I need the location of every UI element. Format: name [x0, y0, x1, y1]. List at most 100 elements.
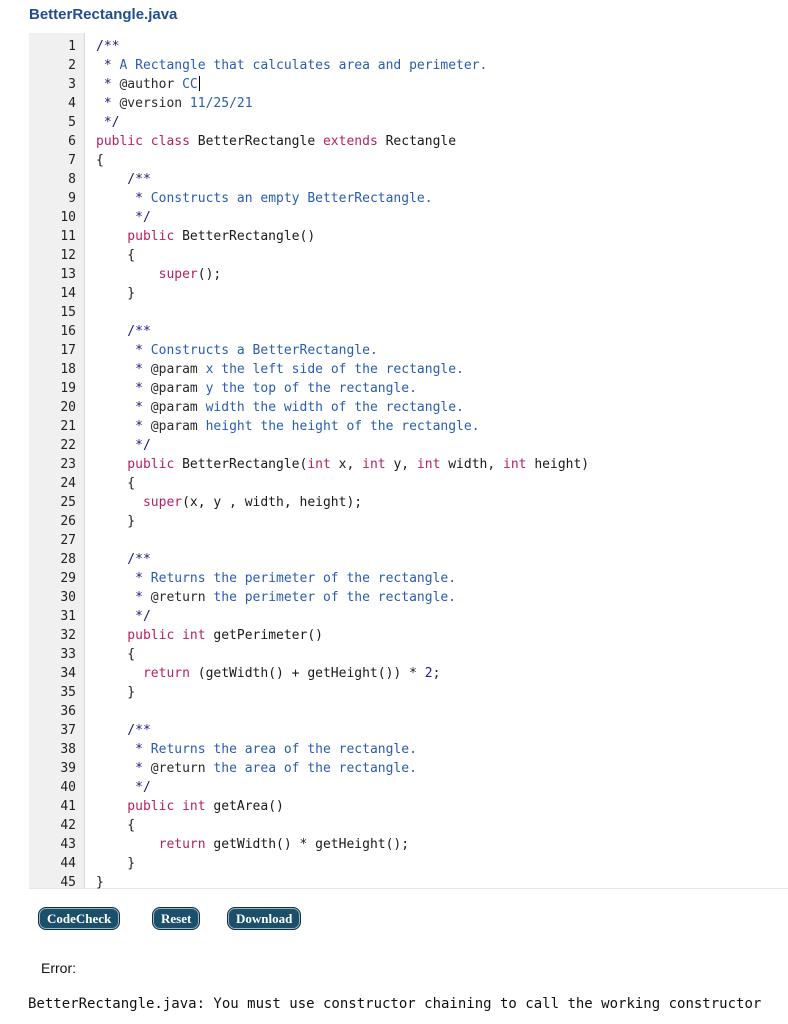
code-line[interactable]: 6 public class BetterRectangle extends Re… [29, 132, 788, 151]
code-line[interactable]: 38 * Returns the area of the rectangle. [29, 740, 788, 759]
download-button[interactable]: Download [227, 907, 302, 930]
code-line[interactable]: 23 public BetterRectangle(int x, int y, … [29, 455, 788, 474]
code-line[interactable]: 36 [29, 702, 788, 721]
code-line[interactable]: 31 */ [29, 607, 788, 626]
code-token: */ [96, 780, 151, 795]
code-line[interactable]: 15 [29, 303, 788, 322]
code-token: @version [119, 96, 183, 111]
code-token: Returns the perimeter of the rectangle. [150, 571, 457, 586]
code-token: } [96, 856, 136, 871]
code-text: * @param height the height of the rectan… [96, 417, 480, 436]
code-line[interactable]: 35 } [29, 683, 788, 702]
code-editor[interactable]: 1 /** 2 * A Rectangle that calculates area… [29, 33, 788, 892]
code-token: /** [96, 552, 151, 567]
line-number: 15 [60, 305, 76, 320]
code-line[interactable]: 4 * @version 11/25/21 [29, 94, 788, 113]
code-line[interactable]: 43 return getWidth() * getHeight(); [29, 835, 788, 854]
code-line[interactable]: 24 { [29, 474, 788, 493]
code-token: @param [150, 400, 198, 415]
code-line[interactable]: 1 /** [29, 37, 788, 56]
code-line[interactable]: 5 */ [29, 113, 788, 132]
code-line[interactable]: 34 return (getWidth() + getHeight()) * 2… [29, 664, 788, 683]
code-text: * @author CC [96, 75, 200, 94]
code-line[interactable]: 27 [29, 531, 788, 550]
code-token: the area of the rectangle. [205, 761, 417, 776]
code-line[interactable]: 14 } [29, 284, 788, 303]
code-line[interactable]: 29 * Returns the perimeter of the rectan… [29, 569, 788, 588]
code-line[interactable]: 22 */ [29, 436, 788, 455]
code-line[interactable]: 28 /** [29, 550, 788, 569]
code-line[interactable]: 11 public BetterRectangle() [29, 227, 788, 246]
code-token: */ [96, 609, 151, 624]
code-text: * @return the area of the rectangle. [96, 759, 417, 778]
reset-button[interactable]: Reset [152, 907, 201, 930]
code-line[interactable]: 10 */ [29, 208, 788, 227]
code-token: * [96, 571, 151, 586]
code-line[interactable]: 2 * A Rectangle that calculates area and… [29, 56, 788, 75]
code-token: 2 [424, 666, 433, 681]
code-line[interactable]: 12 { [29, 246, 788, 265]
code-line[interactable]: 42 { [29, 816, 788, 835]
line-number: 1 [68, 39, 76, 54]
codecheck-button[interactable]: CodeCheck [38, 907, 121, 930]
code-token: } [96, 514, 136, 529]
code-line[interactable]: 7{ [29, 151, 788, 170]
code-line[interactable]: 19 * @param y the top of the rectangle. [29, 379, 788, 398]
line-number: 39 [60, 761, 76, 776]
code-token: height the height of the rectangle. [197, 419, 480, 434]
code-line[interactable]: 17 * Constructs a BetterRectangle. [29, 341, 788, 360]
code-text: public BetterRectangle() [96, 227, 315, 246]
code-token: BetterRectangle( [182, 457, 308, 472]
code-line[interactable]: 45} [29, 873, 788, 892]
line-number: 14 [60, 286, 76, 301]
code-line[interactable]: 33 { [29, 645, 788, 664]
code-token: int [503, 457, 535, 472]
code-token: int [362, 457, 394, 472]
code-text: * Constructs an empty BetterRectangle. [96, 189, 432, 208]
code-token: */ [96, 115, 120, 130]
code-line[interactable]: 18 * @param x the left side of the recta… [29, 360, 788, 379]
code-token: @return [150, 761, 206, 776]
text-cursor [198, 76, 200, 91]
code-line[interactable]: 41 public int getArea() [29, 797, 788, 816]
code-line[interactable]: 13 super(); [29, 265, 788, 284]
code-line[interactable]: 40 */ [29, 778, 788, 797]
code-line[interactable]: 20 * @param width the width of the recta… [29, 398, 788, 417]
code-token: (); [197, 267, 222, 282]
code-text: /** [96, 322, 151, 341]
code-text: * @param width the width of the rectangl… [96, 398, 464, 417]
line-number: 31 [60, 609, 76, 624]
code-line[interactable]: 30 * @return the perimeter of the rectan… [29, 588, 788, 607]
line-number: 4 [68, 96, 76, 111]
line-number: 22 [60, 438, 76, 453]
code-token: public [96, 229, 183, 244]
code-token: y, [393, 457, 417, 472]
code-token: public [96, 457, 183, 472]
code-line[interactable]: 32 public int getPerimeter() [29, 626, 788, 645]
code-line[interactable]: 21 * @param height the height of the rec… [29, 417, 788, 436]
line-number: 29 [60, 571, 76, 586]
code-text: * @version 11/25/21 [96, 94, 253, 113]
code-line[interactable]: 26 } [29, 512, 788, 531]
code-line[interactable]: 9 * Constructs an empty BetterRectangle. [29, 189, 788, 208]
code-token: Rectangle [385, 134, 457, 149]
code-token: BetterRectangle() [182, 229, 316, 244]
code-line[interactable]: 3 * @author CC [29, 75, 788, 94]
line-number: 6 [68, 134, 76, 149]
code-text: super(x, y , width, height); [96, 493, 362, 512]
code-text: /** [96, 721, 151, 740]
code-text: /** [96, 37, 119, 56]
code-token: * [96, 419, 151, 434]
code-text: { [96, 151, 104, 170]
code-token: 11/25/21 [182, 96, 253, 111]
code-line[interactable]: 16 /** [29, 322, 788, 341]
code-token: * [96, 58, 120, 73]
code-token: @param [150, 381, 198, 396]
code-line[interactable]: 37 /** [29, 721, 788, 740]
code-line[interactable]: 39 * @return the area of the rectangle. [29, 759, 788, 778]
code-line[interactable]: 44 } [29, 854, 788, 873]
code-line[interactable]: 8 /** [29, 170, 788, 189]
code-token: getWidth() * getHeight(); [213, 837, 410, 852]
line-number: 7 [68, 153, 76, 168]
code-line[interactable]: 25 super(x, y , width, height); [29, 493, 788, 512]
